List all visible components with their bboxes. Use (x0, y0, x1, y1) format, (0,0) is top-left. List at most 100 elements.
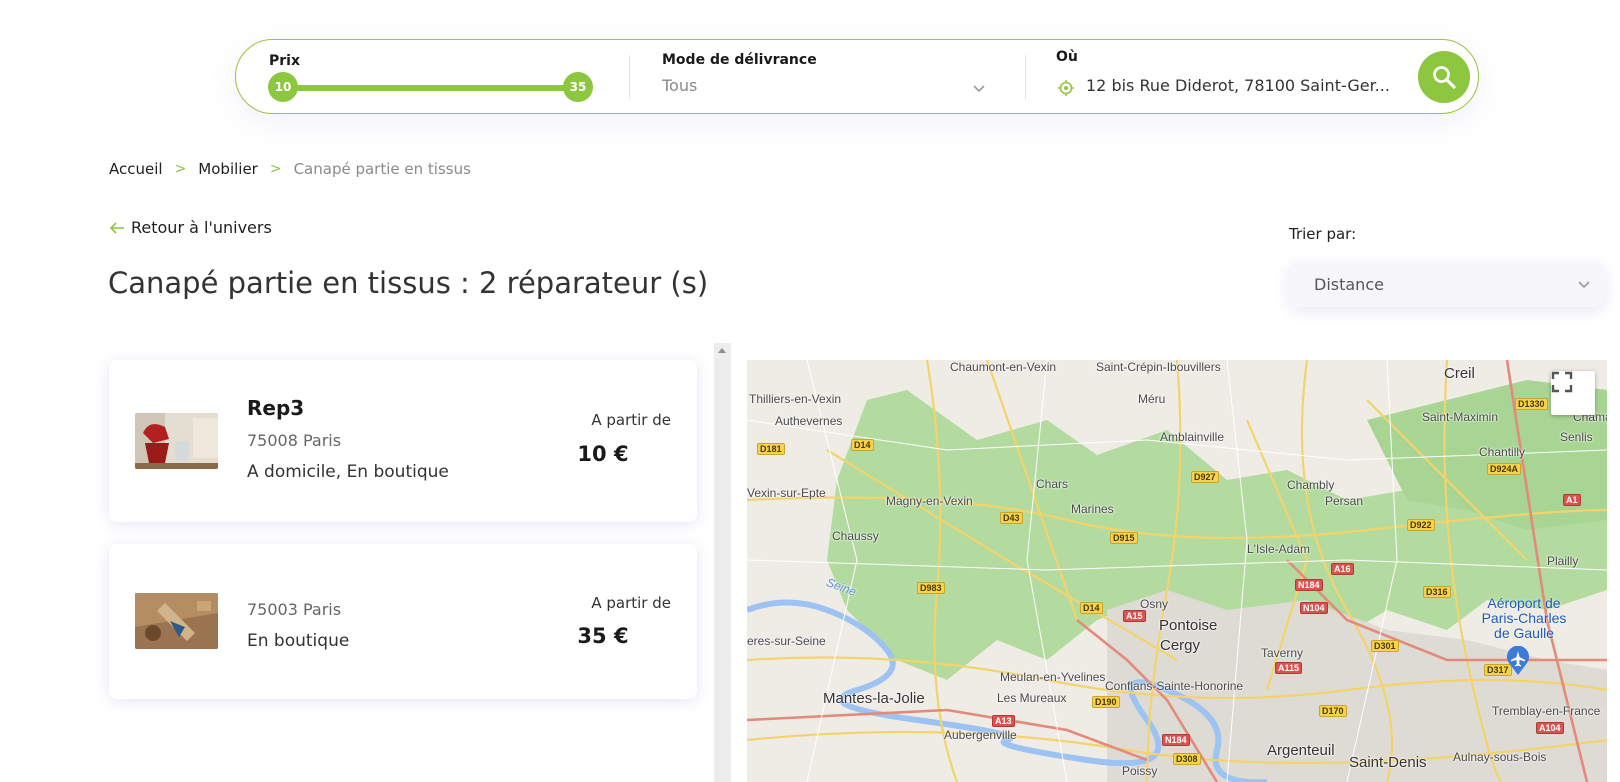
map-place-label: Persan (1325, 494, 1364, 508)
map-road-shield: D922 (1407, 519, 1435, 531)
map-road-shield: D14 (851, 439, 874, 451)
map-road-shield: D308 (1173, 753, 1201, 765)
map-place-label: Saint-Maximin (1422, 410, 1499, 424)
chevron-down-icon (1578, 281, 1590, 289)
map-place-label: Chantilly (1479, 445, 1526, 459)
map-place-label: L'Isle-Adam (1247, 542, 1310, 556)
map-place-label: Argenteuil (1267, 742, 1335, 759)
map-place-label: Tremblay-en-France (1492, 704, 1601, 718)
map-place-label: Méru (1138, 392, 1166, 406)
map-road-shield: A15 (1123, 610, 1146, 622)
map-road-shield: N184 (1295, 579, 1323, 591)
map-road-shield: A104 (1536, 722, 1564, 734)
scroll-up-arrow-icon[interactable] (718, 348, 726, 353)
map-place-label: Thilliers-en-Vexin (749, 392, 842, 406)
results-scrollbar[interactable] (714, 343, 731, 782)
price-value: 35 € (577, 624, 629, 648)
map-place-label: Authevernes (775, 414, 843, 428)
map-place-label: Aulnay-sous-Bois (1453, 750, 1547, 764)
location-target-icon (1058, 80, 1074, 96)
repairer-photo (135, 593, 218, 649)
repairer-delivery-modes: A domicile, En boutique (247, 462, 449, 482)
map-road-shield: D924A (1487, 463, 1522, 475)
map-place-label: Taverny (1261, 646, 1304, 660)
map-place-label: Aubergenville (944, 728, 1017, 742)
back-link[interactable]: Retour à l'univers (109, 218, 272, 237)
airport-marker-icon[interactable] (1505, 646, 1531, 676)
search-icon (1433, 66, 1456, 89)
map-airport-label: Aéroport de Paris-Charles de Gaulle (1481, 595, 1567, 641)
map-road-shield: D43 (1000, 512, 1023, 524)
map-road-shield: A1 (1563, 494, 1581, 506)
map-place-label: Vexin-sur-Epte (747, 486, 826, 500)
map-place-label: Amblainville (1160, 430, 1225, 444)
map-place-label: Osny (1140, 597, 1169, 611)
delivery-label: Mode de délivrance (662, 52, 817, 68)
map-place-label: Conflans-Sainte-Honorine (1105, 679, 1244, 693)
map-road-shield: D181 (757, 443, 785, 455)
map[interactable]: Chaumont-en-Vexin Saint-Crépin-Ibouville… (747, 360, 1607, 782)
location-value: 12 bis Rue Diderot, 78100 Saint-Ger... (1086, 76, 1390, 95)
map-road-shield: A13 (992, 715, 1015, 727)
map-road-shield: D1330 (1515, 398, 1548, 410)
map-place-label: Creil (1444, 365, 1475, 382)
repairer-city: 75003 Paris (247, 600, 342, 619)
breadcrumb-separator: > (269, 161, 282, 177)
map-place-label: Mantes-la-Jolie (823, 690, 925, 707)
map-road-shield: N104 (1300, 602, 1328, 614)
search-bar: Prix 10 35 Mode de délivrance Tous Où 12… (235, 39, 1479, 114)
map-place-label: Magny-en-Vexin (886, 494, 973, 508)
result-card[interactable]: 75003 Paris En boutique A partir de 35 € (109, 544, 697, 699)
price-slider-track[interactable] (284, 85, 574, 91)
map-place-label: Pontoise (1159, 617, 1218, 634)
map-road-shield: N184 (1162, 734, 1190, 746)
map-road-shield: A115 (1275, 662, 1303, 674)
breadcrumb: Accueil > Mobilier > Canapé partie en ti… (109, 160, 471, 178)
back-link-label: Retour à l'univers (131, 218, 272, 237)
repairer-delivery-modes: En boutique (247, 631, 350, 651)
map-place-label: Plailly (1547, 554, 1579, 568)
map-place-label: Chars (1036, 477, 1069, 491)
page-title: Canapé partie en tissus : 2 réparateur (… (108, 266, 709, 300)
breadcrumb-separator: > (174, 161, 187, 177)
price-from-label: A partir de (591, 594, 671, 612)
map-road-shield: D14 (1080, 602, 1103, 614)
price-from-label: A partir de (591, 411, 671, 429)
map-place-label: Les Mureaux (997, 691, 1067, 705)
sort-value: Distance (1314, 275, 1384, 294)
price-value: 10 € (577, 442, 629, 466)
map-place-label: Marines (1071, 502, 1114, 516)
divider (629, 55, 630, 99)
map-road-shield: D983 (917, 582, 945, 594)
fullscreen-icon (1551, 371, 1573, 393)
map-place-label: Senlis (1560, 430, 1593, 444)
search-button[interactable] (1418, 51, 1470, 103)
repairer-name[interactable]: Rep3 (247, 396, 304, 420)
map-place-label: Poissy (1122, 764, 1158, 778)
map-place-label: Meulan-en-Yvelines (1000, 670, 1106, 684)
map-place-label: Chambly (1287, 478, 1335, 492)
price-label: Prix (269, 53, 300, 69)
map-fullscreen-button[interactable] (1551, 371, 1595, 415)
map-road-shield: D301 (1371, 640, 1399, 652)
sort-label: Trier par: (1289, 225, 1357, 243)
map-road-shield: D316 (1423, 586, 1451, 598)
chevron-down-icon (973, 85, 985, 93)
result-card[interactable]: Rep3 75008 Paris A domicile, En boutique… (109, 360, 697, 522)
price-slider-min-handle[interactable]: 10 (268, 72, 298, 102)
map-place-label: Saint-Denis (1349, 754, 1427, 771)
map-road-shield: D927 (1191, 471, 1219, 483)
repairer-city: 75008 Paris (247, 431, 342, 450)
delivery-value: Tous (662, 76, 698, 95)
breadcrumb-category[interactable]: Mobilier (198, 160, 258, 178)
arrow-left-icon (109, 221, 124, 234)
map-place-label: Chaussy (832, 529, 879, 543)
price-slider-max-handle[interactable]: 35 (563, 72, 593, 102)
repairer-photo (135, 413, 218, 469)
breadcrumb-current: Canapé partie en tissus (293, 160, 471, 178)
map-road-shield: D915 (1110, 532, 1138, 544)
delivery-select[interactable]: Tous (662, 74, 992, 100)
location-input[interactable]: 12 bis Rue Diderot, 78100 Saint-Ger... (1056, 74, 1396, 100)
sort-select[interactable]: Distance (1289, 262, 1605, 307)
breadcrumb-home[interactable]: Accueil (109, 160, 163, 178)
